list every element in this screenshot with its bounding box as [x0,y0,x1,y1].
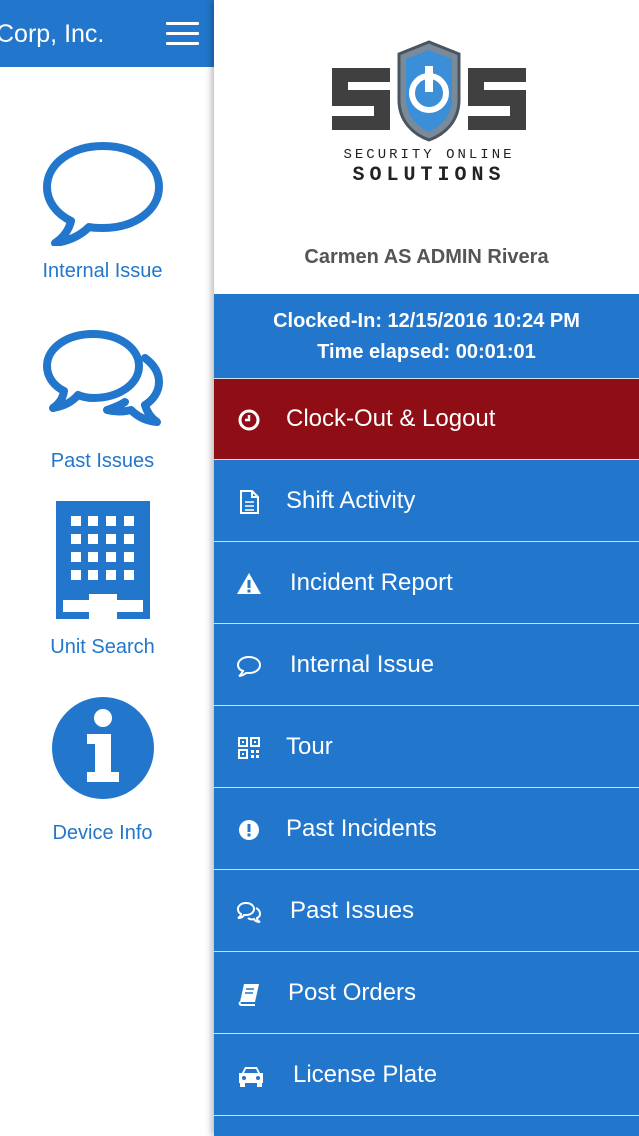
tile-label: Device Info [52,822,153,844]
tile-device-info[interactable]: Device Info [0,696,205,845]
hamburger-menu-icon[interactable] [166,22,200,46]
menu-incident-report[interactable]: Incident Report [214,543,639,624]
building-icon [55,501,150,620]
logo-tagline: SECURITY ONLINE [343,147,514,163]
menu-shift-activity[interactable]: Shift Activity [214,461,639,542]
menu-license-plate[interactable]: License Plate [214,1035,639,1116]
side-drawer: SECURITY ONLINE SOLUTIONS Carmen AS ADMI… [214,0,639,1136]
car-icon [239,1067,263,1087]
user-name: Carmen AS ADMIN Rivera [304,246,549,268]
company-title: Corp, Inc. [0,20,105,48]
home-panel: Corp, Inc. Internal Issue Past Issues Un… [0,0,215,1136]
exclamation-circle-icon [239,820,259,840]
menu-clock-out-logout[interactable]: Clock-Out & Logout [214,379,639,460]
info-circle-icon [51,697,154,799]
menu-past-incidents[interactable]: Past Incidents [214,789,639,870]
speech-bubbles-icon [236,901,262,923]
menu-post-orders[interactable]: Post Orders [214,953,639,1034]
menu-label: Past Issues [290,897,415,924]
speech-bubbles-icon [42,330,163,426]
tile-label: Internal Issue [42,260,163,282]
menu-internal-issue[interactable]: Internal Issue [214,625,639,706]
clocked-in-time: Clocked-In: 12/15/2016 10:24 PM [273,310,580,332]
warning-icon [237,573,261,594]
clock-status: Clocked-In: 12/15/2016 10:24 PM Time ela… [214,295,639,379]
profile-header: SECURITY ONLINE SOLUTIONS Carmen AS ADMI… [214,0,639,294]
clock-icon [238,409,260,431]
menu-label: Post Orders [288,979,417,1006]
menu-label: Tour [286,733,333,760]
menu-label: License Plate [293,1061,438,1088]
sos-logo: SECURITY ONLINE SOLUTIONS [332,40,526,187]
menu-label: Clock-Out & Logout [286,405,496,432]
logo-wordmark: SOLUTIONS [352,164,505,187]
speech-bubble-icon [42,142,163,246]
home-header: Corp, Inc. [0,0,215,67]
menu-label: Incident Report [290,569,453,596]
menu-past-issues[interactable]: Past Issues [214,871,639,952]
qr-code-icon [238,737,260,759]
menu-label: Shift Activity [286,487,416,514]
document-icon [240,490,259,514]
menu-label: Past Incidents [286,815,437,842]
tile-unit-search[interactable]: Unit Search [0,500,205,659]
tile-past-issues[interactable]: Past Issues [0,328,205,473]
menu-label: Internal Issue [290,651,435,678]
tile-label: Past Issues [50,450,155,472]
tile-label: Unit Search [50,636,155,658]
book-icon [238,984,259,1006]
speech-bubble-icon [236,655,262,677]
tile-internal-issue[interactable]: Internal Issue [0,140,205,283]
time-elapsed: Time elapsed: 00:01:01 [317,341,536,363]
menu-tour[interactable]: Tour [214,707,639,788]
